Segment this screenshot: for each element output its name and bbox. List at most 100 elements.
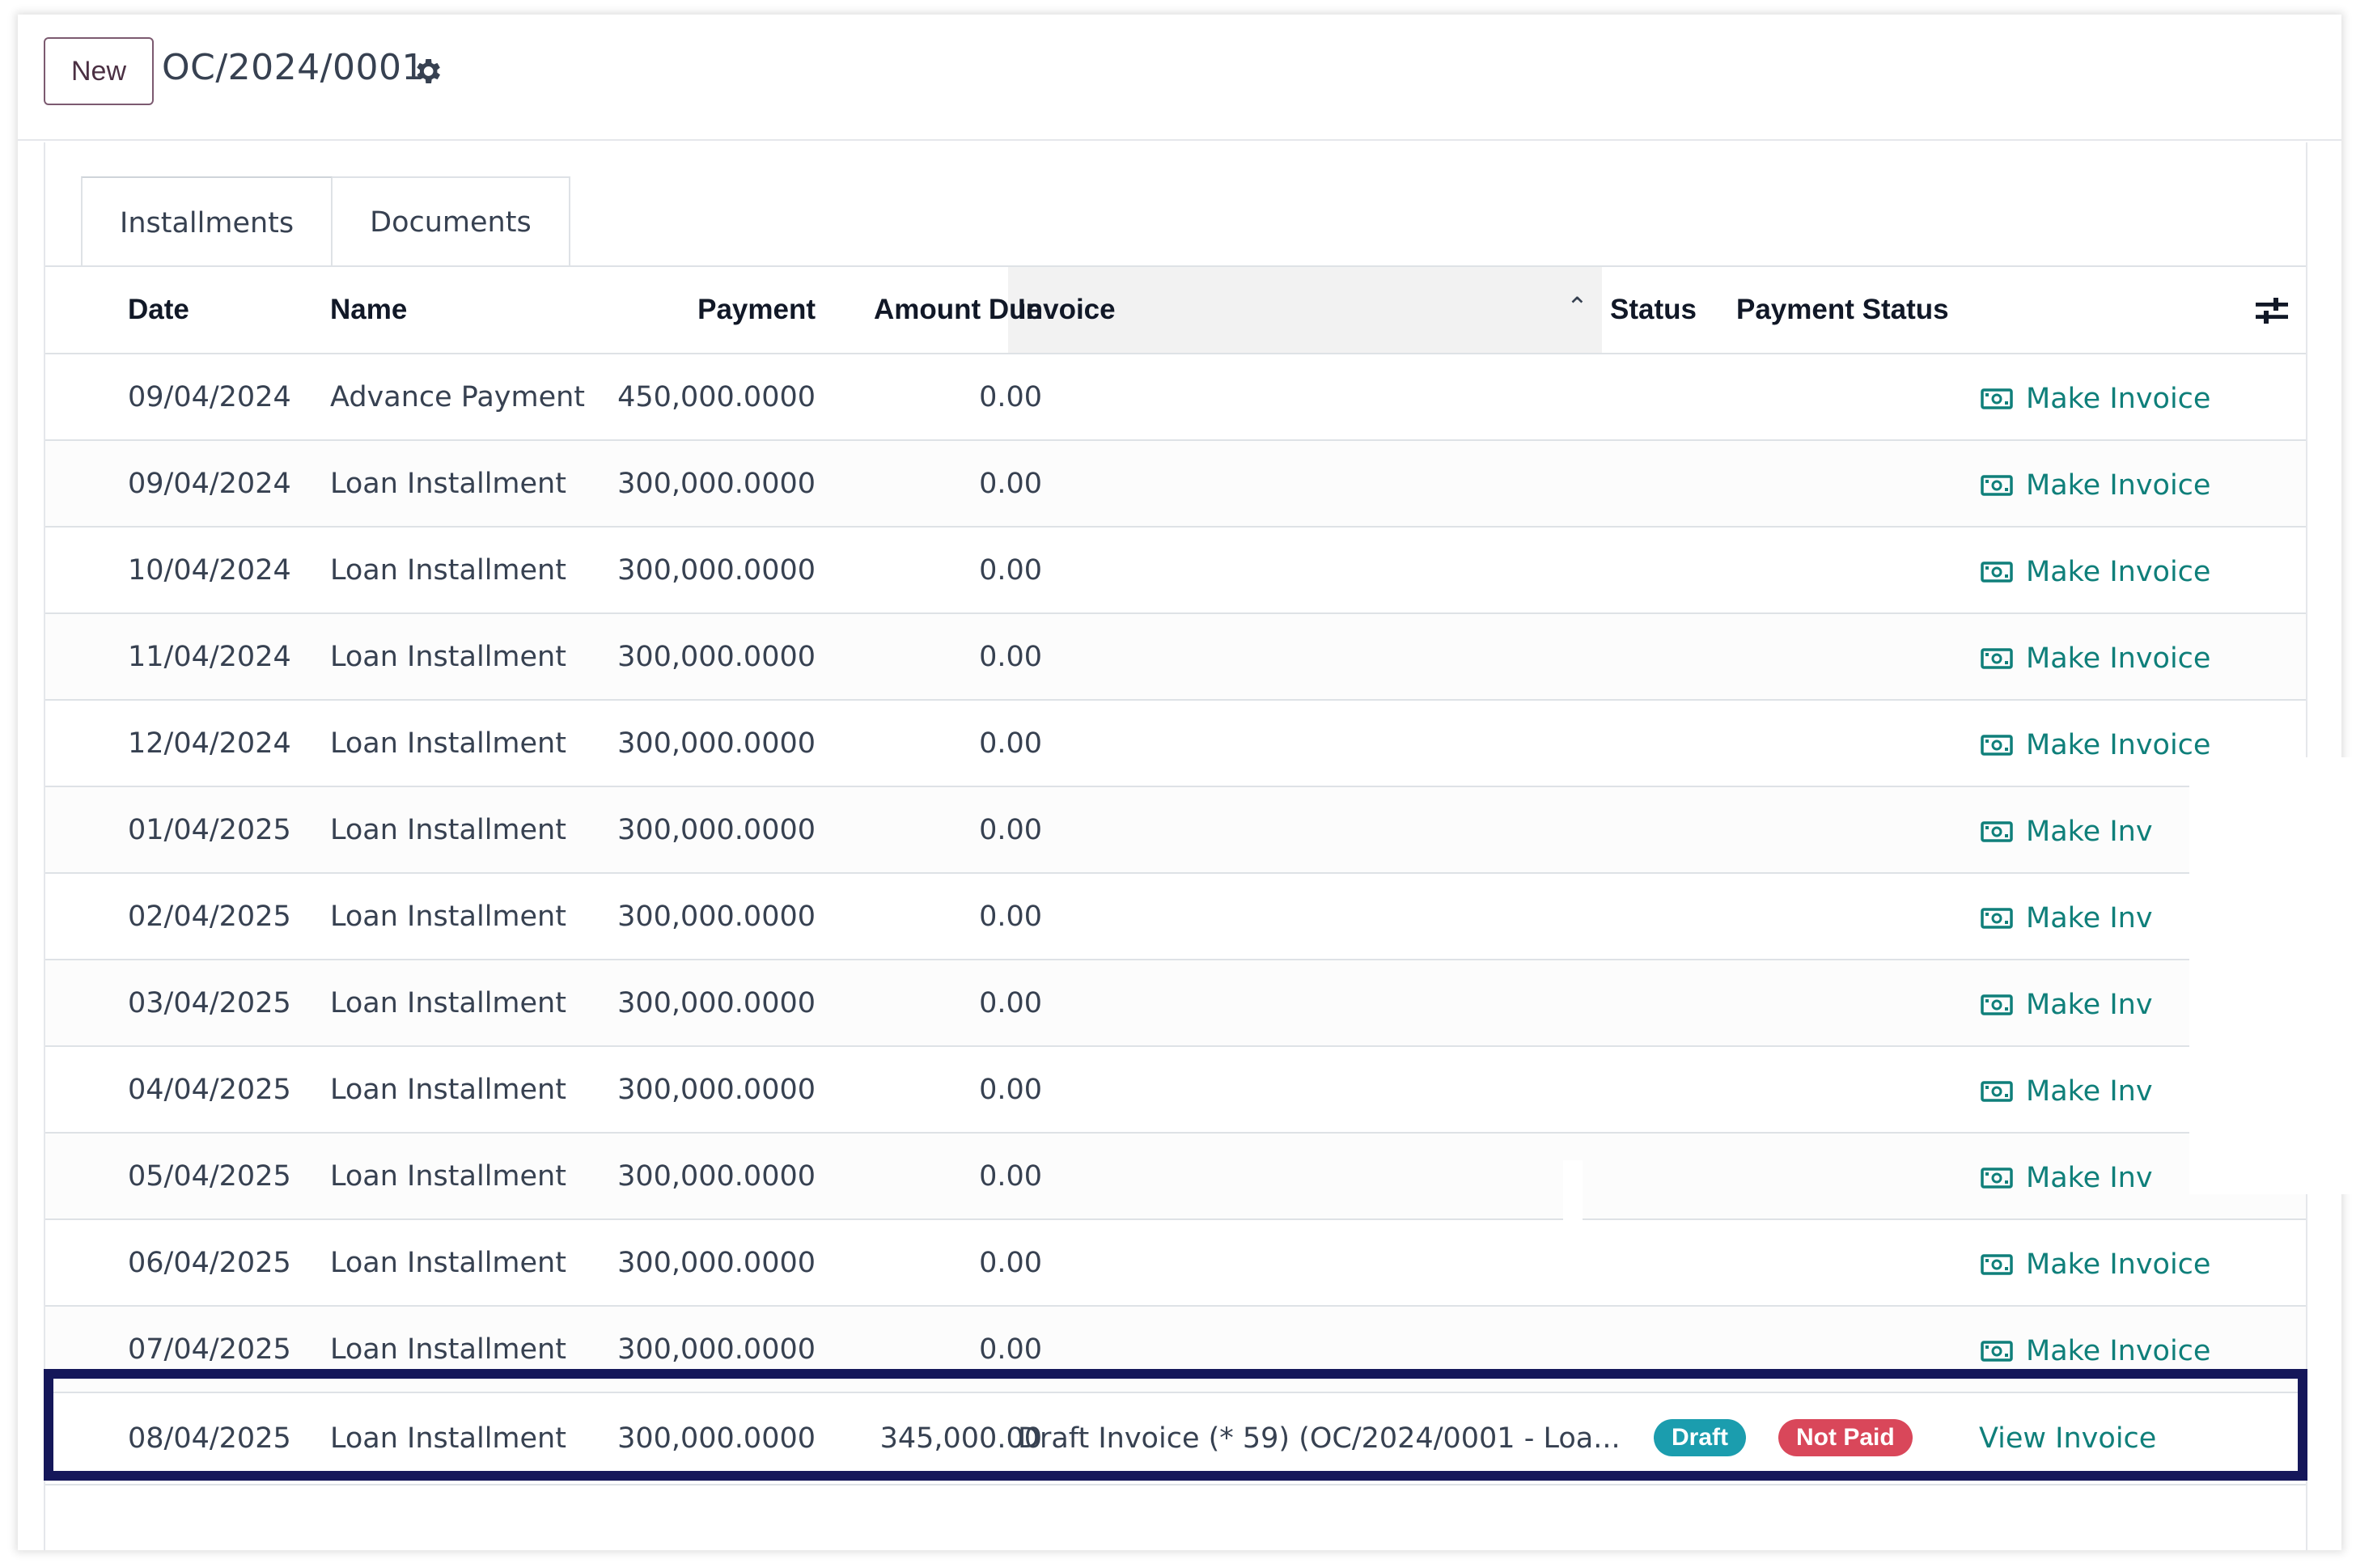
cell-payment: 300,000.0000 <box>617 1073 816 1106</box>
table-row[interactable]: 04/04/2025 Loan Installment 300,000.0000 0.… <box>45 1047 2306 1134</box>
make-invoice-button[interactable]: Make Inv <box>1981 874 2153 963</box>
new-button[interactable]: New <box>44 37 154 105</box>
table-row-highlighted[interactable]: 08/04/2025 Loan Installment 300,000.0000… <box>45 1393 2306 1485</box>
cell-amount-due: 0.00 <box>979 986 1042 1019</box>
money-icon <box>1981 1254 2013 1275</box>
make-invoice-label: Make Inv <box>2026 989 2153 1021</box>
status-badge: Draft <box>1654 1419 1747 1456</box>
installments-table: Date Name Payment Amount Due Invoice ⌃ S… <box>45 267 2306 1485</box>
make-invoice-label: Make Invoice <box>2026 383 2211 415</box>
column-status[interactable]: Status <box>1610 267 1697 353</box>
table-row[interactable]: 07/04/2025 Loan Installment 300,000.0000 0.… <box>45 1307 2306 1393</box>
cell-name: Loan Installment <box>330 813 566 846</box>
make-invoice-label: Make Invoice <box>2026 1248 2211 1281</box>
make-invoice-button[interactable]: Make Invoice <box>1981 354 2210 443</box>
table-row[interactable]: 09/04/2024 Loan Installment 300,000.0000 0.… <box>45 441 2306 528</box>
cell-payment: 300,000.0000 <box>617 1159 816 1193</box>
cell-amount-due: 0.00 <box>979 1246 1042 1279</box>
make-invoice-button[interactable]: Make Invoice <box>1981 614 2210 703</box>
table-row[interactable]: 09/04/2024 Advance Payment 450,000.0000 0.0… <box>45 354 2306 441</box>
make-invoice-button[interactable]: Make Inv <box>1981 1134 2153 1223</box>
cell-name: Loan Installment <box>330 1333 566 1366</box>
money-icon <box>1981 1341 2013 1362</box>
make-invoice-button[interactable]: Make Invoice <box>1981 441 2210 530</box>
table-row[interactable]: 10/04/2024 Loan Installment 300,000.0000 0.… <box>45 528 2306 614</box>
make-invoice-button[interactable]: Make Invoice <box>1981 701 2210 790</box>
table-header: Date Name Payment Amount Due Invoice ⌃ S… <box>45 267 2306 354</box>
cell-name: Loan Installment <box>330 900 566 933</box>
make-invoice-button[interactable]: Make Inv <box>1981 1047 2153 1136</box>
table-row[interactable]: 06/04/2025 Loan Installment 300,000.0000 0.… <box>45 1220 2306 1307</box>
money-icon <box>1981 1081 2013 1102</box>
money-icon <box>1981 1168 2013 1189</box>
money-icon <box>1981 735 2013 756</box>
form-sheet: Installments Documents Date Name Payment… <box>44 142 2356 1550</box>
column-amount-due[interactable]: Amount Due <box>822 267 1042 353</box>
money-icon <box>1981 388 2013 409</box>
cell-date: 05/04/2025 <box>128 1159 291 1193</box>
cell-invoice[interactable]: Draft Invoice (* 59) (OC/2024/0001 - Loa… <box>1018 1393 1621 1484</box>
money-icon <box>1981 475 2013 496</box>
cell-payment: 300,000.0000 <box>617 1333 816 1366</box>
column-name[interactable]: Name <box>330 267 407 353</box>
optional-columns-icon[interactable] <box>2254 295 2290 327</box>
cell-amount-due: 0.00 <box>979 1073 1042 1106</box>
make-invoice-label: Make Inv <box>2026 902 2153 934</box>
make-invoice-button[interactable]: Make Invoice <box>1981 528 2210 617</box>
view-invoice-button[interactable]: View Invoice <box>1979 1393 2156 1484</box>
cell-amount-due: 0.00 <box>979 1333 1042 1366</box>
cell-date: 04/04/2025 <box>128 1073 291 1106</box>
make-invoice-label: Make Invoice <box>2026 1335 2211 1367</box>
cell-amount-due: 345,000.00 <box>879 1422 1042 1455</box>
make-invoice-button[interactable]: Make Inv <box>1981 960 2153 1049</box>
make-invoice-button[interactable]: Make Inv <box>1981 787 2153 876</box>
overlay-blank <box>2189 757 2356 1194</box>
table-row[interactable]: 11/04/2024 Loan Installment 300,000.0000 0.… <box>45 614 2306 701</box>
cell-payment: 300,000.0000 <box>617 467 816 500</box>
cell-date: 02/04/2025 <box>128 900 291 933</box>
make-invoice-button[interactable]: Make Invoice <box>1981 1307 2210 1396</box>
cell-amount-due: 0.00 <box>979 380 1042 413</box>
make-invoice-button[interactable]: Make Invoice <box>1981 1220 2210 1309</box>
cell-date: 10/04/2024 <box>128 553 291 587</box>
make-invoice-label: Make Invoice <box>2026 642 2211 675</box>
cell-payment: 300,000.0000 <box>617 900 816 933</box>
cell-date: 03/04/2025 <box>128 986 291 1019</box>
cell-amount-due: 0.00 <box>979 1159 1042 1193</box>
column-date[interactable]: Date <box>128 267 189 353</box>
money-icon <box>1981 648 2013 669</box>
cell-payment: 300,000.0000 <box>617 813 816 846</box>
cell-name: Loan Installment <box>330 1422 566 1455</box>
overlay-blank <box>1563 1160 1583 1223</box>
sort-ascending-icon: ⌃ <box>1566 292 1588 321</box>
cell-name: Loan Installment <box>330 1246 566 1279</box>
money-icon <box>1981 821 2013 842</box>
cell-amount-due: 0.00 <box>979 900 1042 933</box>
cell-payment: 450,000.0000 <box>617 380 816 413</box>
make-invoice-label: Make Inv <box>2026 1075 2153 1108</box>
payment-status-badge: Not Paid <box>1778 1419 1913 1456</box>
table-row[interactable]: 05/04/2025 Loan Installment 300,000.0000 0.… <box>45 1134 2306 1220</box>
tab-documents[interactable]: Documents <box>333 176 570 267</box>
cell-amount-due: 0.00 <box>979 813 1042 846</box>
make-invoice-label: Make Invoice <box>2026 556 2211 588</box>
cell-amount-due: 0.00 <box>979 727 1042 760</box>
table-row[interactable]: 02/04/2025 Loan Installment 300,000.0000 0.… <box>45 874 2306 960</box>
tab-installments[interactable]: Installments <box>81 176 333 269</box>
cell-name: Loan Installment <box>330 640 566 673</box>
table-row[interactable]: 01/04/2025 Loan Installment 300,000.0000 0.… <box>45 787 2306 874</box>
cell-payment: 300,000.0000 <box>617 727 816 760</box>
table-row[interactable]: 03/04/2025 Loan Installment 300,000.0000 0.… <box>45 960 2306 1047</box>
table-row[interactable]: 12/04/2024 Loan Installment 300,000.0000 0.… <box>45 701 2306 787</box>
column-invoice[interactable]: Invoice <box>1018 267 1116 353</box>
cell-payment: 300,000.0000 <box>617 1246 816 1279</box>
column-payment-status[interactable]: Payment Status <box>1736 267 1949 353</box>
make-invoice-label: Make Inv <box>2026 1162 2153 1194</box>
cell-payment: 300,000.0000 <box>617 1422 816 1455</box>
gear-icon[interactable] <box>411 55 443 87</box>
cell-amount-due: 0.00 <box>979 640 1042 673</box>
cell-date: 09/04/2024 <box>128 380 291 413</box>
notebook-tabs: Installments Documents <box>81 176 570 269</box>
column-payment[interactable]: Payment <box>612 267 816 353</box>
money-icon <box>1981 908 2013 929</box>
